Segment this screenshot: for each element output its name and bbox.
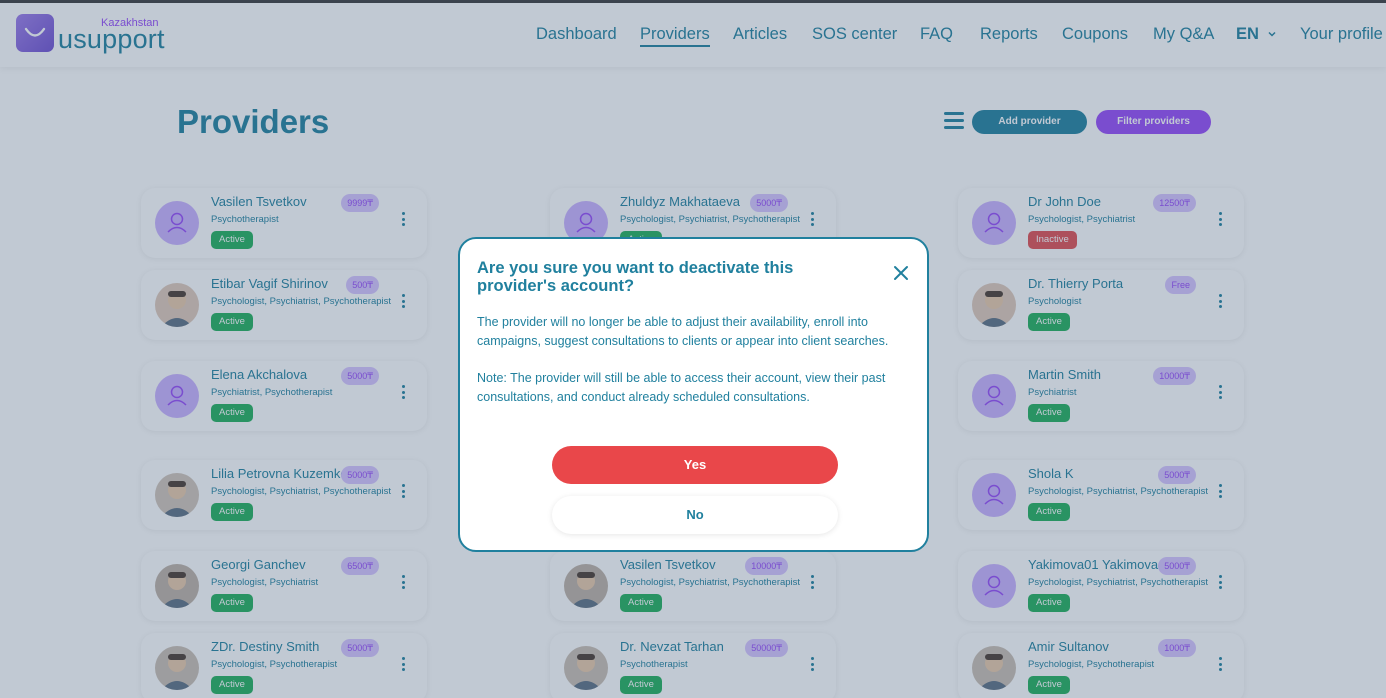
dialog-title: Are you sure you want to deactivate this… (477, 259, 794, 295)
close-icon[interactable] (893, 265, 909, 281)
no-button[interactable]: No (552, 496, 838, 534)
yes-button[interactable]: Yes (552, 446, 838, 484)
deactivate-dialog: Are you sure you want to deactivate this… (458, 237, 929, 552)
dialog-note: Note: The provider will still be able to… (477, 371, 886, 404)
dialog-text: The provider will no longer be able to a… (477, 315, 889, 348)
